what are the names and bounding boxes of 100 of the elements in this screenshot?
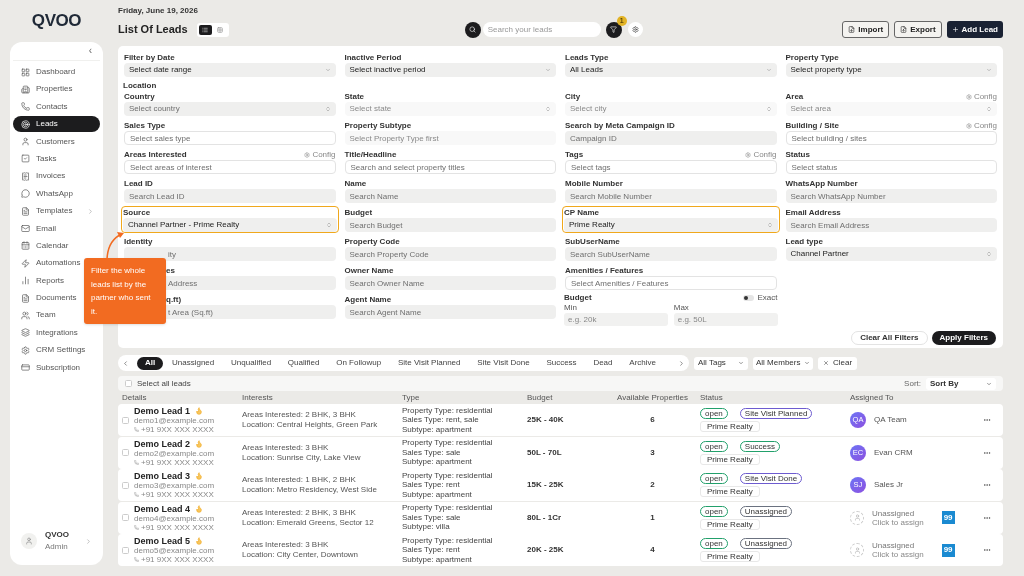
clear-filters-button[interactable]: Clear All Filters	[851, 331, 928, 345]
input-field[interactable]: Select status	[785, 160, 997, 174]
status-tab[interactable]: Success	[538, 356, 585, 370]
lead-row[interactable]	[118, 404, 1003, 436]
nav-item[interactable]: Customers	[13, 133, 100, 150]
input-field[interactable]: ity	[124, 247, 336, 261]
select-field[interactable]: Channel Partner - Prime Realty	[123, 218, 337, 232]
status-tab[interactable]: On Followup	[328, 356, 390, 370]
select-field[interactable]: Select property type	[785, 63, 997, 77]
source-tag: Prime Realty	[700, 453, 760, 465]
nav-item[interactable]: WhatsApp	[13, 185, 100, 202]
nav-item[interactable]: Leads	[13, 116, 100, 133]
search-field[interactable]: Search your leads	[482, 22, 601, 37]
search-button[interactable]	[464, 21, 481, 38]
select-field[interactable]: Prime Realty	[564, 218, 778, 232]
field-label: Lead ID	[124, 177, 153, 190]
config-link[interactable]: Config	[973, 119, 997, 132]
status-tab[interactable]: All	[137, 356, 164, 370]
members-dropdown[interactable]: All Members	[753, 356, 813, 370]
checkbox[interactable]	[122, 481, 129, 489]
field-label: Identity	[124, 235, 153, 248]
checkbox[interactable]	[122, 449, 129, 456]
input-field[interactable]: Select building / sites	[785, 131, 997, 145]
input-field[interactable]: Select sales type	[124, 131, 336, 145]
input-field[interactable]: Select Amenities / Features	[565, 276, 777, 290]
input-field[interactable]: Search Name	[344, 189, 556, 203]
input-field[interactable]: Search Mobile Number	[565, 189, 777, 203]
people-icon	[21, 310, 30, 320]
sort-dropdown[interactable]: Sort By	[926, 377, 996, 390]
more-icon[interactable]	[983, 481, 991, 489]
status-tab[interactable]: Qualified	[279, 356, 328, 370]
select-field[interactable]: Select inactive period	[344, 63, 556, 77]
status-tab[interactable]: Site Visit Done	[469, 356, 538, 370]
up-down-icon	[765, 106, 772, 112]
checkbox[interactable]	[122, 514, 129, 521]
checkbox[interactable]	[122, 546, 129, 554]
input-field[interactable]: Search Budget	[344, 218, 556, 232]
nav-item[interactable]: Properties	[13, 81, 100, 98]
input-field[interactable]: Search SubUserName	[565, 247, 777, 261]
add-lead-button[interactable]: Add Lead	[946, 21, 1003, 38]
lead-row[interactable]	[118, 501, 1003, 534]
select-field[interactable]: Select country	[124, 102, 336, 116]
export-button[interactable]: Export	[894, 21, 942, 38]
input-field[interactable]: Search Lead ID	[124, 189, 336, 203]
config-link[interactable]: Config	[312, 148, 336, 161]
max-field[interactable]: e.g. 50L	[673, 313, 778, 326]
clear-button[interactable]: Clear	[818, 356, 858, 370]
config-link[interactable]: Config	[753, 148, 777, 161]
nav-item[interactable]: Subscription	[13, 359, 100, 376]
nav-item[interactable]: Tasks	[13, 150, 100, 167]
min-field[interactable]: e.g. 20k	[564, 313, 668, 326]
nav-item[interactable]: CRM Settings	[13, 342, 100, 359]
status-tab[interactable]: Site Visit Planned	[389, 356, 469, 370]
input-field[interactable]: Search Property Code	[344, 247, 556, 261]
source-tag: Prime Realty	[700, 421, 760, 432]
status-tab[interactable]: Unassigned	[164, 356, 223, 370]
import-button[interactable]: Import	[842, 21, 890, 38]
input-field[interactable]: Select tags	[565, 160, 777, 174]
lead-row[interactable]	[118, 534, 1003, 566]
input-field[interactable]: Search Agent Name	[344, 305, 556, 319]
field-label: Budget	[344, 206, 373, 219]
input-field[interactable]: Search and select property titles	[344, 160, 556, 174]
status-tab[interactable]: Dead	[585, 356, 621, 370]
list-view-button[interactable]	[198, 24, 212, 35]
lead-row[interactable]	[118, 436, 1003, 469]
input-field[interactable]: Select areas of interest	[124, 160, 336, 174]
phone-icon	[134, 459, 139, 465]
checkbox[interactable]	[125, 380, 132, 387]
toggle-switch[interactable]	[743, 295, 755, 301]
collapse-button[interactable]: ‹	[88, 46, 92, 56]
input-field[interactable]: Campaign ID	[565, 131, 777, 145]
settings-button[interactable]	[627, 22, 643, 37]
nav-item[interactable]: Templates	[13, 203, 100, 220]
phone-icon	[21, 102, 30, 112]
input-field[interactable]: Search Email Address	[785, 218, 997, 232]
apply-filters-button[interactable]: Apply Filters	[931, 331, 996, 345]
lead-phone: +91 9XX XXX XXXX	[141, 490, 214, 499]
select-field[interactable]: All Leads	[565, 63, 777, 77]
lead-row[interactable]	[118, 469, 1003, 501]
select-field[interactable]: Channel Partner	[785, 247, 997, 261]
status-tab[interactable]: Unqualified	[223, 356, 280, 370]
input-field[interactable]: Search WhatsApp Number	[785, 189, 997, 203]
tags-dropdown[interactable]: All Tags	[694, 356, 748, 370]
checkbox[interactable]	[122, 416, 129, 424]
nav-item[interactable]: Dashboard	[13, 64, 100, 80]
filter-button[interactable]	[605, 21, 622, 38]
nav-item[interactable]: Contacts	[13, 98, 100, 115]
nav-item[interactable]: Integrations	[13, 324, 100, 341]
more-icon[interactable]	[983, 546, 991, 554]
nav-item[interactable]: Email	[13, 220, 100, 237]
lead-name: Demo Lead 4	[134, 503, 191, 514]
input-field[interactable]: Search Owner Name	[344, 276, 556, 290]
nav-item[interactable]: Calendar	[13, 237, 100, 254]
nav-item[interactable]: Invoices	[13, 168, 100, 185]
assign-link[interactable]: Click to assign	[872, 550, 924, 559]
assign-link[interactable]: Click to assign	[872, 517, 924, 527]
status-tab[interactable]: Archive	[621, 356, 664, 370]
select-field[interactable]: Select date range	[124, 63, 336, 77]
more-icon[interactable]	[983, 416, 991, 424]
field-label: q.ft)	[166, 293, 182, 306]
